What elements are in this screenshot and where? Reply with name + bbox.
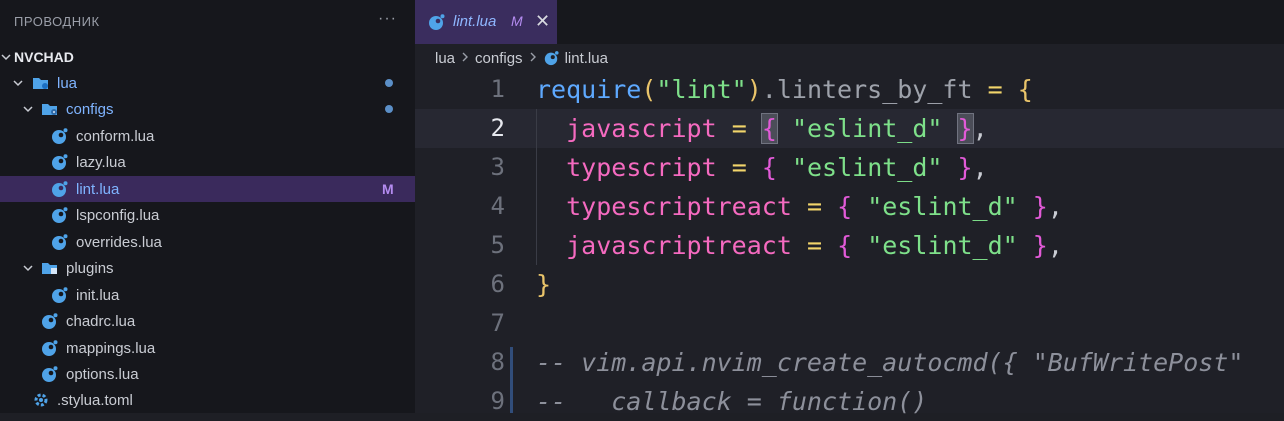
- tree-item-overrides[interactable]: overrides.lua: [0, 229, 415, 255]
- tree-item-lint[interactable]: lint.lua M: [0, 176, 415, 202]
- code-line: 5 javascriptreact = { "eslint_d" },: [415, 226, 1284, 265]
- workspace-root[interactable]: NVCHAD: [0, 44, 415, 70]
- code-line: 1 require("lint").linters_by_ft = {: [415, 70, 1284, 109]
- lua-file-icon: [50, 286, 68, 304]
- more-actions-icon[interactable]: ···: [378, 10, 397, 28]
- lua-file-icon: [40, 365, 58, 383]
- modified-dot: [385, 105, 393, 113]
- chevron-right-icon: [461, 51, 469, 66]
- tab-label: lint.lua: [453, 13, 497, 30]
- line-number: 7: [490, 309, 505, 337]
- folder-config-icon: [41, 100, 59, 118]
- tree-item-label: .stylua.toml: [57, 391, 133, 409]
- lua-file-icon: [543, 50, 559, 66]
- tab-modified-badge: M: [511, 13, 523, 29]
- code-line: 9 -- callback = function(): [415, 382, 1284, 421]
- tree-item-stylua[interactable]: .stylua.toml: [0, 387, 415, 413]
- folder-plugins-icon: [41, 259, 59, 277]
- chevron-down-icon: [0, 51, 12, 63]
- breadcrumb-item[interactable]: lint.lua: [565, 50, 608, 67]
- tree-item-init[interactable]: init.lua: [0, 282, 415, 308]
- workspace-name: NVCHAD: [14, 49, 74, 65]
- line-number: 4: [490, 192, 505, 220]
- line-number: 9: [490, 387, 505, 415]
- line-number: 5: [490, 231, 505, 259]
- gear-icon: [32, 391, 50, 409]
- lua-file-icon: [50, 153, 68, 171]
- folder-open-icon: [32, 74, 50, 92]
- tree-item-plugins[interactable]: plugins: [0, 255, 415, 281]
- tree-item-label: mappings.lua: [66, 339, 156, 357]
- line-number: 3: [490, 153, 505, 181]
- breadcrumb: lua configs lint.lua: [435, 47, 608, 69]
- tree-item-label: conform.lua: [76, 127, 155, 145]
- lua-file-icon: [427, 13, 445, 36]
- tree-item-label: lspconfig.lua: [76, 206, 160, 224]
- lua-file-icon: [50, 127, 68, 145]
- code-text: typescriptreact = { "eslint_d" },: [566, 192, 1063, 221]
- tree-item-label: overrides.lua: [76, 233, 162, 251]
- modified-dot: [385, 79, 393, 87]
- line-number: 1: [490, 75, 505, 103]
- tree-item-label: configs: [66, 100, 114, 118]
- tab-bar: lint.lua M ✕: [415, 0, 1284, 44]
- line-number: 2: [490, 114, 505, 142]
- breadcrumb-item[interactable]: configs: [475, 50, 523, 67]
- lua-file-icon: [50, 206, 68, 224]
- tree-item-label: init.lua: [76, 286, 120, 304]
- code-text: javascript = { "eslint_d" },: [566, 113, 988, 144]
- code-line: 8 -- vim.api.nvim_create_autocmd({ "BufW…: [415, 343, 1284, 382]
- tree-item-label: chadrc.lua: [66, 312, 136, 330]
- code-text: typescript = { "eslint_d" },: [566, 153, 988, 182]
- close-icon[interactable]: ✕: [535, 11, 550, 32]
- chevron-down-icon: [12, 77, 24, 89]
- line-number: 6: [490, 270, 505, 298]
- code-line: 6 }: [415, 265, 1284, 304]
- code-text: javascriptreact = { "eslint_d" },: [566, 231, 1063, 260]
- code-line: 3 typescript = { "eslint_d" },: [415, 148, 1284, 187]
- tree-item-lazy[interactable]: lazy.lua: [0, 149, 415, 175]
- modified-badge: M: [382, 181, 394, 197]
- editor-pane: lint.lua M ✕ lua configs lint.lua 1 requ…: [415, 0, 1284, 416]
- tab-lint-lua[interactable]: lint.lua M ✕: [415, 0, 557, 44]
- vscode-window: ПРОВОДНИК ··· NVCHAD lua configs conform…: [0, 0, 1284, 416]
- tree-item-mappings[interactable]: mappings.lua: [0, 335, 415, 361]
- line-number: 8: [490, 348, 505, 376]
- git-change-marker: [510, 347, 513, 413]
- code-text: require("lint").linters_by_ft = {: [536, 75, 1033, 104]
- indent-guide: [536, 109, 537, 265]
- tree-item-label: plugins: [66, 259, 114, 277]
- code-line-current: 2 javascript = { "eslint_d" },: [415, 109, 1284, 148]
- lua-file-icon: [50, 233, 68, 251]
- code-line: 4 typescriptreact = { "eslint_d" },: [415, 187, 1284, 226]
- tree-item-label: lua: [57, 74, 78, 92]
- tree-item-options[interactable]: options.lua: [0, 361, 415, 387]
- chevron-down-icon: [22, 103, 34, 115]
- lua-file-icon: [40, 339, 58, 357]
- lua-file-icon: [50, 180, 68, 198]
- tree-item-lspconfig[interactable]: lspconfig.lua: [0, 202, 415, 228]
- explorer-sidebar: ПРОВОДНИК ··· NVCHAD lua configs conform…: [0, 0, 415, 413]
- tree-item-lua[interactable]: lua: [0, 70, 415, 96]
- chevron-down-icon: [22, 262, 34, 274]
- tree-item-chadrc[interactable]: chadrc.lua: [0, 308, 415, 334]
- lua-file-icon: [40, 312, 58, 330]
- chevron-right-icon: [529, 51, 537, 66]
- tree-item-label: lazy.lua: [76, 153, 126, 171]
- code-line: 7: [415, 304, 1284, 343]
- code-text: -- callback = function(): [536, 387, 928, 416]
- code-text: -- vim.api.nvim_create_autocmd({ "BufWri…: [536, 348, 1244, 377]
- tree-item-configs[interactable]: configs: [0, 96, 415, 122]
- explorer-title: ПРОВОДНИК: [14, 14, 100, 29]
- breadcrumb-item[interactable]: lua: [435, 50, 455, 67]
- tree-item-conform[interactable]: conform.lua: [0, 123, 415, 149]
- code-text: }: [536, 270, 552, 299]
- tree-item-label: options.lua: [66, 365, 139, 383]
- tree-item-label: lint.lua: [76, 180, 120, 198]
